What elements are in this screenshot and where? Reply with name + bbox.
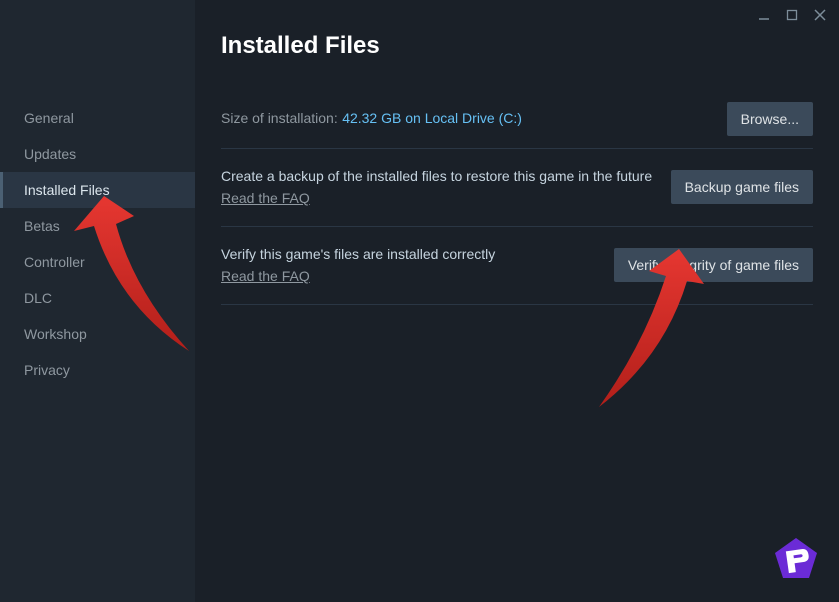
backup-faq-link[interactable]: Read the FAQ xyxy=(221,190,310,206)
size-label: Size of installation: xyxy=(221,110,338,126)
backup-row: Create a backup of the installed files t… xyxy=(221,149,813,227)
sidebar-item-privacy[interactable]: Privacy xyxy=(0,352,195,388)
sidebar-item-general[interactable]: General xyxy=(0,100,195,136)
close-button[interactable] xyxy=(813,8,827,22)
sidebar-item-installed-files[interactable]: Installed Files xyxy=(0,172,195,208)
verify-faq-link[interactable]: Read the FAQ xyxy=(221,268,310,284)
sidebar-item-betas[interactable]: Betas xyxy=(0,208,195,244)
app-logo-icon xyxy=(773,536,819,582)
backup-game-files-button[interactable]: Backup game files xyxy=(671,170,813,204)
sidebar-item-dlc[interactable]: DLC xyxy=(0,280,195,316)
page-title: Installed Files xyxy=(221,32,813,60)
sidebar-item-controller[interactable]: Controller xyxy=(0,244,195,280)
verify-integrity-button[interactable]: Verify integrity of game files xyxy=(614,248,813,282)
installation-size-row: Size of installation: 42.32 GB on Local … xyxy=(221,90,813,149)
sidebar-item-updates[interactable]: Updates xyxy=(0,136,195,172)
browse-button[interactable]: Browse... xyxy=(727,102,813,136)
sidebar: General Updates Installed Files Betas Co… xyxy=(0,0,195,602)
size-value-link[interactable]: 42.32 GB on Local Drive (C:) xyxy=(342,110,522,126)
verify-row: Verify this game's files are installed c… xyxy=(221,227,813,305)
minimize-button[interactable] xyxy=(757,8,771,22)
backup-description: Create a backup of the installed files t… xyxy=(221,167,655,186)
main-panel: Installed Files Size of installation: 42… xyxy=(195,0,839,602)
verify-description: Verify this game's files are installed c… xyxy=(221,245,598,264)
maximize-button[interactable] xyxy=(785,8,799,22)
sidebar-item-workshop[interactable]: Workshop xyxy=(0,316,195,352)
